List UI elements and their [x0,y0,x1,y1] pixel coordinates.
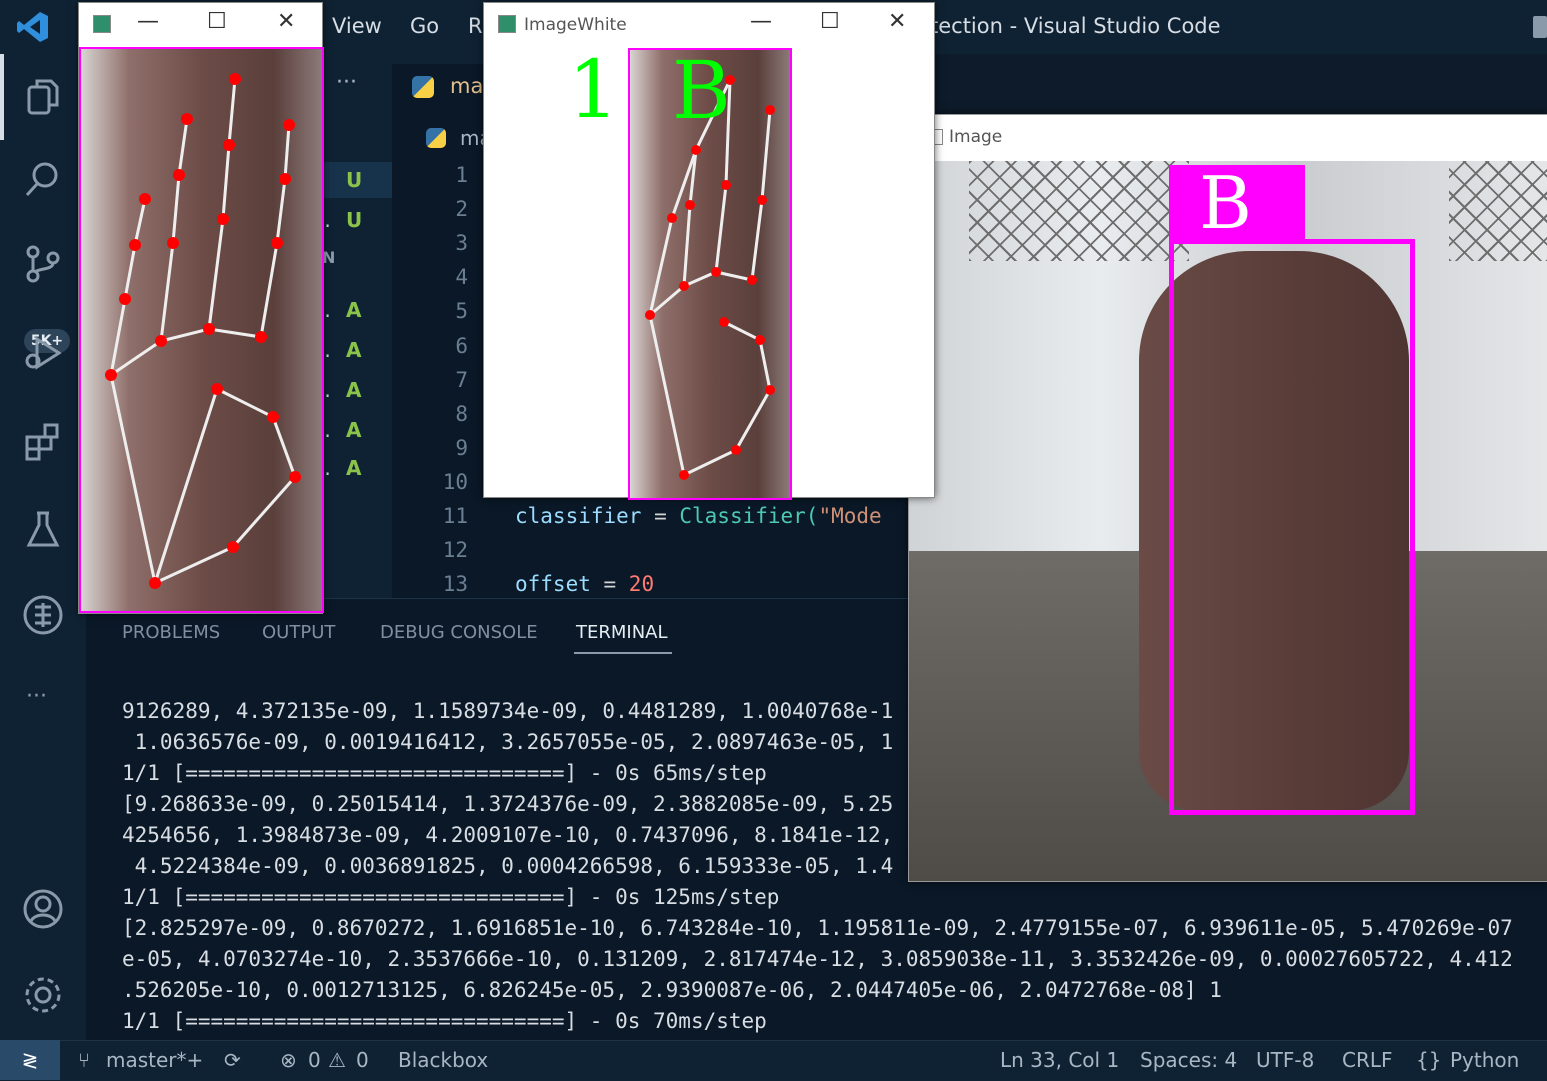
branch-icon: ⑂ [78,1048,90,1072]
menu-run[interactable]: R [468,14,483,38]
tab-output[interactable]: OUTPUT [262,622,335,643]
activity-bar: 5K+ ··· [0,54,86,1040]
terminal-line: e-05, 4.0703274e-10, 2.3537666e-10, 0.13… [122,947,1513,971]
explorer-icon[interactable] [18,72,68,122]
blackbox-status[interactable]: Blackbox [398,1048,488,1072]
terminal-line: [9.268633e-09, 0.25015414, 1.3724376e-09… [122,792,894,816]
window-app-icon [93,15,111,33]
line-number: 7 [455,368,468,392]
more-icon[interactable]: ··· [26,684,47,709]
count-label: 1 [568,43,619,136]
extension-globe-icon[interactable] [18,590,68,640]
terminal-line: 4.5224384e-09, 0.0036891825, 0.000426659… [122,854,894,878]
terminal-line: 4254656, 1.3984873e-09, 4.2009107e-10, 0… [122,823,894,847]
camera-frame: B [909,161,1547,881]
line-number: 1 [455,163,468,187]
terminal-line: .526205e-10, 0.0012713125, 6.826245e-05,… [122,978,1222,1002]
warning-count[interactable]: 0 [356,1048,369,1072]
active-tab-indicator [574,652,672,654]
terminal-line[interactable]: 1/1 [==============================] - 0… [122,1009,767,1033]
error-count[interactable]: 0 [308,1048,321,1072]
line-number: 8 [455,402,468,426]
maximize-button[interactable]: ☐ [207,9,227,34]
window-title: ImageWhite [524,15,627,35]
imagewhite-window[interactable]: ImageWhite — ☐ ✕ 1 B [483,2,935,500]
window-title: Image [949,127,1003,147]
minimize-button[interactable]: — [750,9,772,34]
source-control-icon[interactable] [18,239,68,289]
imagecrop-window[interactable]: — ☐ ✕ [78,2,324,614]
error-icon[interactable]: ⊗ [280,1048,297,1072]
account-icon[interactable] [18,884,68,934]
line-ending[interactable]: CRLF [1342,1048,1393,1072]
indentation[interactable]: Spaces: 4 [1140,1048,1237,1072]
sidebar-more-icon[interactable]: ··· [336,70,357,95]
bounding-box [1169,239,1415,815]
python-icon [426,128,446,148]
terminal-line: 1/1 [==============================] - 0… [122,761,767,785]
image-window[interactable]: Image B [908,114,1547,882]
cropped-hand-image [79,47,324,613]
remote-indicator-icon[interactable]: ≷ [0,1040,60,1080]
line-number: 9 [455,436,468,460]
language-mode[interactable]: Python [1450,1048,1519,1072]
branch-name[interactable]: master*+ [106,1048,203,1072]
extensions-icon[interactable] [18,416,68,466]
code-line-13[interactable]: offset = 20 [515,572,654,596]
line-number: 2 [455,197,468,221]
window-app-icon [498,15,516,33]
menu-view[interactable]: View [332,14,382,38]
line-number: 3 [455,231,468,255]
predicted-letter: B [1199,161,1252,245]
line-number: 5 [455,299,468,323]
cursor-position[interactable]: Ln 33, Col 1 [1000,1048,1119,1072]
language-braces-icon: {} [1416,1048,1442,1072]
line-number: 13 [442,572,468,596]
vscode-logo-icon [17,12,48,42]
warning-icon[interactable]: ⚠ [328,1048,346,1072]
encoding[interactable]: UTF-8 [1256,1048,1314,1072]
run-debug-icon[interactable] [18,328,68,378]
predicted-letter: B [672,48,731,137]
sync-icon[interactable]: ⟳ [224,1048,241,1072]
menu-go[interactable]: Go [410,14,439,38]
line-number: 11 [442,504,468,528]
tab-debug-console[interactable]: DEBUG CONSOLE [380,622,538,643]
settings-gear-icon[interactable] [18,970,68,1020]
line-number: 12 [442,538,468,562]
search-icon[interactable] [18,154,68,204]
tab-problems[interactable]: PROBLEMS [122,622,220,643]
cropped-hand-image: B [628,48,792,500]
terminal-line: 1/1 [==============================] - 0… [122,885,780,909]
terminal-line: 1.0636576e-09, 0.0019416412, 3.2657055e-… [122,730,894,754]
line-number: 10 [442,470,468,494]
close-button[interactable]: ✕ [277,9,295,34]
code-line-11[interactable]: classifier = Classifier("Mode [515,504,882,528]
hand-landmarks [105,73,301,589]
maximize-button[interactable]: ☐ [820,9,840,34]
testing-icon[interactable] [18,504,68,554]
terminal-line: 9126289, 4.372135e-09, 1.1589734e-09, 0.… [122,699,894,723]
window-title: tection - Visual Studio Code [930,14,1221,38]
tab-terminal[interactable]: TERMINAL [576,622,668,643]
python-icon [412,76,434,98]
minimize-button[interactable]: — [137,9,159,34]
line-number: 6 [455,334,468,358]
line-number: 4 [455,265,468,289]
close-button[interactable]: ✕ [888,9,906,34]
layout-toggle-icon[interactable] [1533,16,1547,38]
terminal-line: [2.825297e-09, 0.8670272, 1.6916851e-10,… [122,916,1513,940]
